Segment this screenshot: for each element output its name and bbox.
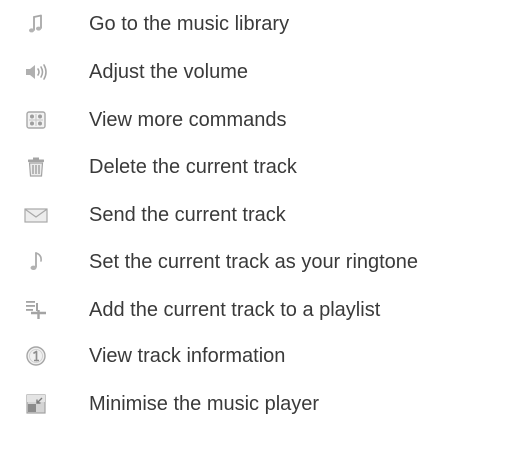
trash-icon xyxy=(23,154,49,180)
legend-item-label: Add the current track to a playlist xyxy=(89,299,381,321)
minimise-icon xyxy=(23,391,49,417)
legend-item-label: Adjust the volume xyxy=(89,61,248,83)
legend-item-minimise: Minimise the music player xyxy=(0,384,518,424)
add-to-playlist-icon xyxy=(23,297,49,323)
legend-item-music-library: Go to the music library xyxy=(0,4,518,44)
volume-icon xyxy=(23,59,49,85)
ringtone-icon xyxy=(23,249,49,275)
legend-item-add-to-playlist: Add the current track to a playlist xyxy=(0,290,518,330)
legend-item-info: View track information xyxy=(0,336,518,376)
legend-item-label: Delete the current track xyxy=(89,156,297,178)
legend-item-label: Minimise the music player xyxy=(89,393,320,415)
legend-item-delete: Delete the current track xyxy=(0,147,518,187)
legend-item-ringtone: Set the current track as your ringtone xyxy=(0,242,518,282)
music-note-icon xyxy=(23,11,49,37)
legend-item-label: View more commands xyxy=(89,109,287,131)
icon-legend: Go to the music library Adjust the volum… xyxy=(0,0,518,452)
legend-item-label: View track information xyxy=(89,345,286,367)
info-icon xyxy=(23,343,49,369)
legend-item-volume: Adjust the volume xyxy=(0,52,518,92)
legend-item-more-commands: View more commands xyxy=(0,100,518,140)
legend-item-send: Send the current track xyxy=(0,195,518,235)
legend-item-label: Set the current track as your ringtone xyxy=(89,251,419,273)
legend-item-label: Go to the music library xyxy=(89,13,290,35)
envelope-icon xyxy=(23,202,49,228)
legend-item-label: Send the current track xyxy=(89,204,286,226)
more-commands-icon xyxy=(23,107,49,133)
